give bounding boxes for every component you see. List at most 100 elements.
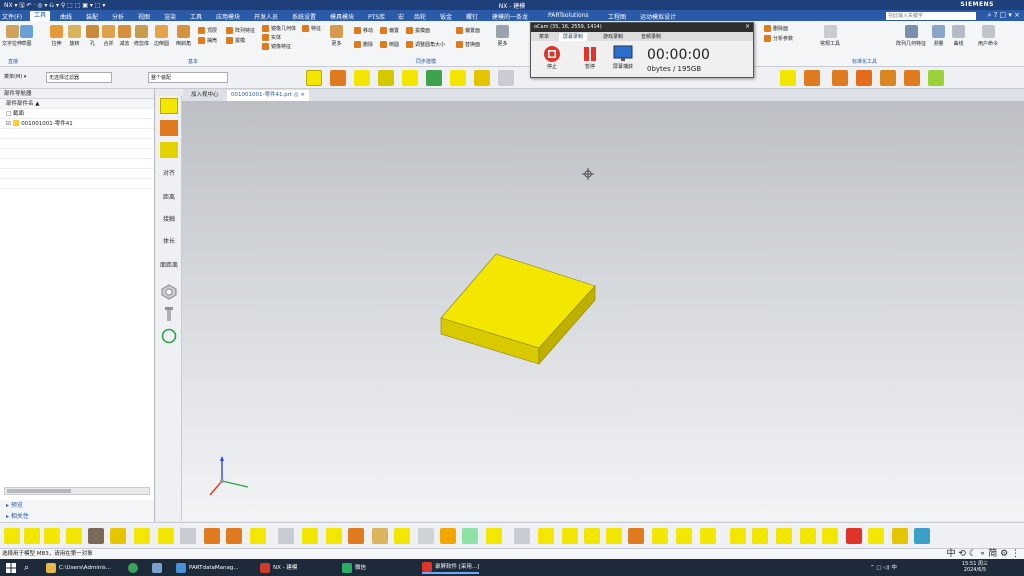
snap-icon-7[interactable] xyxy=(928,70,944,86)
ribbon-pattern-feature[interactable]: 阵列特征 xyxy=(226,27,255,34)
tool-icon-15[interactable] xyxy=(348,528,364,544)
tool-icon-19[interactable] xyxy=(440,528,456,544)
tool-icon-20[interactable] xyxy=(462,528,478,544)
graphics-viewport[interactable] xyxy=(182,101,1024,521)
dependency-panel-toggle[interactable]: ▸ 相关性 xyxy=(0,511,154,522)
tool-icon-14[interactable] xyxy=(326,528,342,544)
constraint-icon-2[interactable] xyxy=(160,120,178,136)
tool-icon-17[interactable] xyxy=(394,528,410,544)
snap-icon-4[interactable] xyxy=(856,70,872,86)
menu-curve[interactable]: 曲线 xyxy=(60,12,72,21)
ribbon-offset[interactable]: 偏置 xyxy=(380,27,399,34)
top-view-icon[interactable] xyxy=(450,70,466,86)
tool-icon-18[interactable] xyxy=(418,528,434,544)
menu-developer[interactable]: 开发人员 xyxy=(254,12,278,21)
menu-pts[interactable]: PTS库 xyxy=(368,12,385,21)
menu-drawing[interactable]: 工程图 xyxy=(608,12,626,21)
menu-gear[interactable]: 齿轮 xyxy=(414,12,426,21)
ribbon-curve-tool[interactable]: 曲线 xyxy=(952,25,965,47)
constraint-icon-1[interactable] xyxy=(160,98,178,114)
wireframe-icon[interactable] xyxy=(354,70,370,86)
snap-icon-2[interactable] xyxy=(804,70,820,86)
tool-icon-36[interactable] xyxy=(846,528,862,544)
tool-icon-10[interactable] xyxy=(226,528,242,544)
navigator-row-part[interactable]: ☑ 🟨 001001001-零件41 xyxy=(0,119,154,129)
ribbon-common-tools[interactable]: 常规工具 xyxy=(820,25,840,47)
taskbar-clock[interactable]: 15:51 周三 2024/6/5 xyxy=(962,561,988,573)
circle-icon[interactable] xyxy=(160,328,178,344)
tool-icon-8[interactable] xyxy=(180,528,196,544)
ribbon-trim-body[interactable]: 修剪体 xyxy=(134,25,149,47)
snap-icon-3[interactable] xyxy=(832,70,848,86)
ribbon-solid[interactable]: 实体 xyxy=(262,34,281,41)
tool-icon-2[interactable] xyxy=(24,528,40,544)
taskbar-item-app[interactable] xyxy=(152,562,165,574)
ribbon-replace-face[interactable]: 替换面 xyxy=(456,41,480,48)
menu-render[interactable]: 渲染 xyxy=(164,12,176,21)
view-cube-icon[interactable] xyxy=(306,70,322,86)
ribbon-text-extrude[interactable]: 文字拉伸 xyxy=(2,25,22,47)
ribbon-revolve[interactable]: 旋转 xyxy=(68,25,81,47)
ribbon-user-command[interactable]: 用户命令 xyxy=(978,25,998,47)
ribbon-mirror-geometry[interactable]: 镜像几何体 xyxy=(262,25,296,32)
taskbar-item-recorder[interactable]: 录屏软件 [采用...] xyxy=(422,562,480,574)
menu-assembly[interactable]: 装配 xyxy=(86,12,98,21)
tool-icon-31[interactable] xyxy=(730,528,746,544)
ribbon-delete-face[interactable]: 删除 xyxy=(354,41,373,48)
tool-icon-26[interactable] xyxy=(606,528,622,544)
constraint-align[interactable]: 对齐 xyxy=(158,168,180,177)
constraint-distance[interactable]: 距离 xyxy=(158,192,180,201)
hex-nut-icon[interactable] xyxy=(160,284,178,300)
edge-shade-icon[interactable] xyxy=(378,70,394,86)
menu-file[interactable]: 文件(F) xyxy=(2,12,22,21)
tool-icon-34[interactable] xyxy=(800,528,816,544)
preview-panel-toggle[interactable]: ▸ 预览 xyxy=(0,500,154,511)
menu-view[interactable]: 视图 xyxy=(138,12,150,21)
ribbon-resize-blend[interactable]: 调整圆角大小 xyxy=(406,41,445,48)
system-tray[interactable]: ⌃ ▢ ◁) 中 xyxy=(870,562,897,574)
right-view-icon[interactable] xyxy=(474,70,490,86)
menu-analysis[interactable]: 分析 xyxy=(112,12,124,21)
model-canvas[interactable] xyxy=(182,101,1024,521)
tool-icon-12[interactable] xyxy=(278,528,294,544)
recorder-pause-button[interactable]: 暂停 xyxy=(581,45,599,70)
menu-settings[interactable]: 系统设置 xyxy=(292,12,316,21)
tool-icon-27[interactable] xyxy=(628,528,644,544)
navigator-horizontal-scrollbar[interactable] xyxy=(4,487,150,495)
ribbon-pattern-geometry[interactable]: 阵列几何特征 xyxy=(896,25,926,47)
constraint-icon-3[interactable] xyxy=(160,142,178,158)
ribbon-analysis-params[interactable]: 分析参数 xyxy=(764,35,793,42)
ribbon-more[interactable]: 更多 xyxy=(330,25,343,47)
snap-icon-1[interactable] xyxy=(780,70,796,86)
section-view-icon[interactable] xyxy=(498,70,514,86)
recorder-tab-game[interactable]: 游戏录制 xyxy=(599,33,627,41)
ribbon-move-face[interactable]: 移动 xyxy=(354,27,373,34)
menu-home[interactable]: 工具 xyxy=(30,11,51,21)
ribbon-sketch[interactable]: 草图 xyxy=(20,25,33,47)
bolt-icon[interactable] xyxy=(160,306,178,322)
avatar-tool-icon[interactable] xyxy=(88,528,104,544)
navigator-row-section[interactable]: □ 截面 xyxy=(0,109,154,119)
menu-macro[interactable]: 宏 xyxy=(398,12,404,21)
search-icon[interactable]: ⌕ xyxy=(24,562,29,574)
tool-icon-1[interactable] xyxy=(4,528,20,544)
tool-icon-13[interactable] xyxy=(302,528,318,544)
tool-icon-3[interactable] xyxy=(44,528,60,544)
snap-icon-6[interactable] xyxy=(904,70,920,86)
menu-screw[interactable]: 螺钉 xyxy=(466,12,478,21)
window-controls[interactable]: ⌕ ? □ ▾ × xyxy=(987,11,1020,20)
taskbar-item-wechat[interactable]: 微信 xyxy=(342,562,366,574)
tool-icon-33[interactable] xyxy=(776,528,792,544)
menu-button[interactable]: 菜单(M) ▾ xyxy=(2,72,42,83)
menu-tools[interactable]: 工具 xyxy=(190,12,202,21)
ribbon-blend[interactable]: 倒圆 xyxy=(380,41,399,48)
tool-icon-29[interactable] xyxy=(676,528,692,544)
ribbon-subtract[interactable]: 减去 xyxy=(118,25,131,47)
taskbar-item-explorer[interactable]: C:\Users\Adminis... xyxy=(46,562,111,574)
scrollbar-thumb[interactable] xyxy=(7,489,71,493)
tool-icon-9[interactable] xyxy=(204,528,220,544)
ribbon-delete-face-right[interactable]: 删除面 xyxy=(764,25,788,32)
tool-icon-39[interactable] xyxy=(914,528,930,544)
assembly-filter-select[interactable]: 整个装配 xyxy=(148,72,228,83)
tool-icon-6[interactable] xyxy=(134,528,150,544)
